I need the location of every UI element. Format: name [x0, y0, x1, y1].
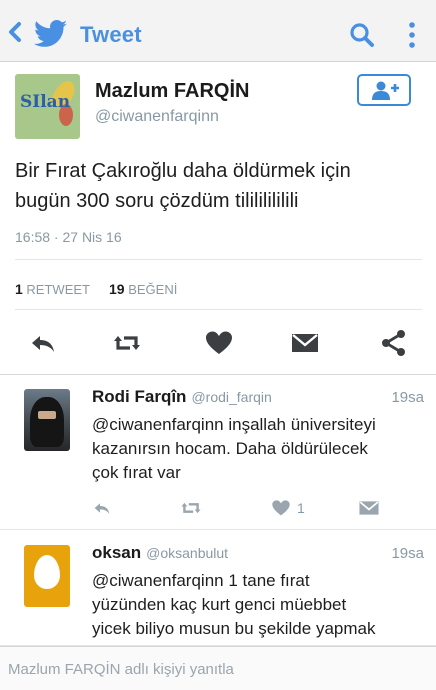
reply-author-name: oksan [92, 543, 142, 562]
reply-author[interactable]: oksan @oksanbulut [92, 543, 228, 563]
twitter-bird-icon[interactable] [34, 20, 68, 48]
like-count[interactable]: 19 [109, 281, 125, 297]
top-app-bar: Tweet [0, 0, 436, 62]
tweet-text-line: bugün 300 soru çözdüm tilililililili [15, 190, 299, 212]
share-icon[interactable] [379, 328, 409, 358]
main-tweet: SIlan Mazlum FARQİN @ciwanenfarqinn Bir … [0, 62, 436, 375]
heart-icon[interactable] [271, 497, 291, 519]
tweet-action-bar [0, 328, 436, 358]
default-egg-icon [34, 555, 60, 589]
direct-message-icon[interactable] [290, 328, 320, 358]
reply-input[interactable] [8, 655, 428, 683]
author-handle[interactable]: @ciwanenfarqinn [95, 108, 219, 126]
reply-text-line: çok fırat var [92, 463, 181, 482]
avatar[interactable] [24, 545, 70, 607]
reply-text-line: yüzünden kaç kurt genci müebbet [92, 595, 347, 614]
reply-author-name: Rodi Farqîn [92, 387, 187, 406]
reply-text-line: @ciwanenfarqinn 1 tane fırat [92, 571, 310, 590]
reply-text-line: @ciwanenfarqinn inşallah üniversiteyi [92, 415, 376, 434]
avatar-logo-text: SIlan [20, 92, 71, 112]
tweet-timestamp: 16:58 · 27 Nis 16 [15, 229, 122, 245]
reply-tweet[interactable]: Rodi Farqîn @rodi_farqin 19sa @ciwanenfar… [0, 375, 436, 530]
reply-icon[interactable] [28, 328, 58, 358]
divider [15, 259, 422, 260]
reply-text: @ciwanenfarqinn 1 tane fırat yüzünden ka… [92, 569, 432, 641]
divider [15, 309, 422, 310]
reply-text-line: kazanırsın hocam. Daha öldürülecek [92, 439, 368, 458]
page-title: Tweet [80, 22, 142, 47]
heart-icon[interactable] [204, 328, 234, 358]
author-name[interactable]: Mazlum FARQİN [95, 80, 249, 103]
reply-author-handle: @oksanbulut [146, 545, 229, 561]
tweet-text: Bir Fırat Çakıroğlu daha öldürmek için b… [15, 156, 425, 216]
avatar[interactable] [24, 389, 70, 451]
retweet-label[interactable]: RETWEET [26, 282, 89, 297]
tweet-text-line: Bir Fırat Çakıroğlu daha öldürmek için [15, 160, 351, 182]
retweet-icon[interactable] [112, 328, 142, 358]
reply-like-count: 1 [297, 500, 305, 516]
tweet-stats: 1 RETWEET 19 BEĞENİ [15, 281, 177, 297]
search-icon[interactable] [349, 22, 375, 48]
add-user-icon [372, 81, 399, 100]
retweet-icon[interactable] [180, 497, 202, 519]
like-label[interactable]: BEĞENİ [128, 282, 177, 297]
back-chevron-icon[interactable] [6, 20, 24, 44]
reply-time: 19sa [391, 545, 424, 562]
avatar[interactable]: SIlan [15, 74, 80, 139]
reply-author-handle: @rodi_farqin [191, 389, 272, 405]
reply-text: @ciwanenfarqinn inşallah üniversiteyi ka… [92, 413, 432, 485]
reply-action-bar: 1 [0, 497, 436, 519]
reply-time: 19sa [391, 389, 424, 406]
retweet-count[interactable]: 1 [15, 281, 23, 297]
follow-button[interactable] [357, 74, 411, 106]
overflow-menu-icon[interactable] [404, 20, 420, 50]
reply-author[interactable]: Rodi Farqîn @rodi_farqin [92, 387, 272, 407]
reply-icon[interactable] [92, 497, 112, 519]
reply-tweet[interactable]: oksan @oksanbulut 19sa @ciwanenfarqinn 1 … [0, 531, 436, 646]
direct-message-icon[interactable] [358, 497, 380, 519]
reply-compose-bar [0, 646, 436, 690]
reply-text-line: yicek biliyo musun bu şekilde yapmak [92, 619, 376, 638]
